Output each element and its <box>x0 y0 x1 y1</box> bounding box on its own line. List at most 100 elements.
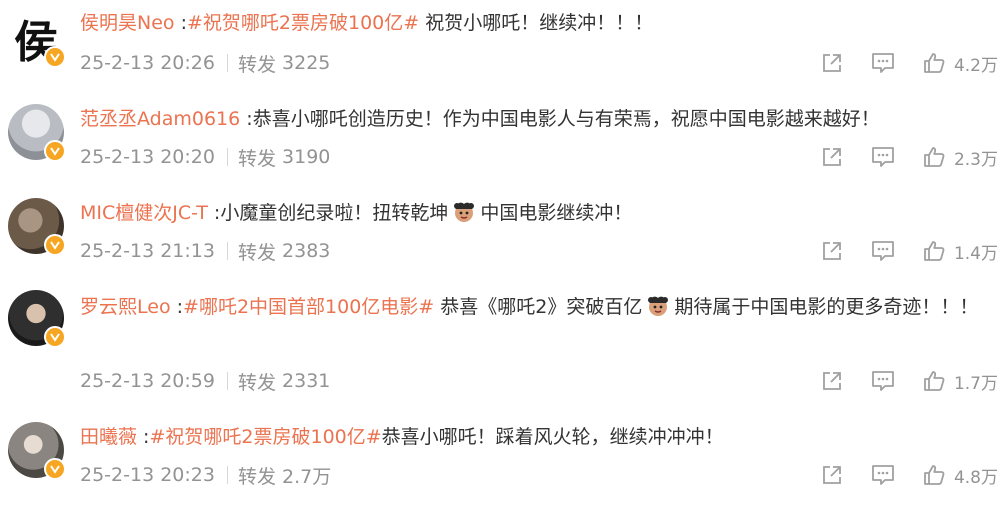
repost-label: 转发 <box>237 465 276 488</box>
comment-icon <box>872 371 894 391</box>
verified-badge-icon <box>44 326 66 348</box>
comment-body: 范丞丞Adam0616 :恭喜小哪吒创造历史！作为中国电影人与有荣焉，祝愿中国电… <box>80 102 992 136</box>
action-bar: 4.8万 <box>794 460 998 490</box>
comment-meta: 25-2-13 21:13 转发 2383 1.4万 <box>80 236 998 266</box>
like-count: 2.3万 <box>953 149 998 170</box>
action-bar: 4.2万 <box>794 48 998 78</box>
comment-button[interactable] <box>870 51 896 75</box>
separator: : <box>170 296 184 318</box>
timestamp: 25-2-13 20:26 <box>80 52 215 74</box>
verified-badge-icon <box>44 46 66 68</box>
comment-meta: 25-2-13 20:23 转发 2.7万 4.8万 <box>80 460 998 490</box>
topic-link[interactable]: #哪吒2中国首部100亿电影# <box>183 296 434 318</box>
verified-badge-icon <box>44 458 66 480</box>
like-icon <box>924 147 945 167</box>
repost-count: 2383 <box>282 240 331 262</box>
divider <box>226 242 228 260</box>
separator: : <box>174 12 187 34</box>
like-count: 1.4万 <box>953 243 998 264</box>
like-button[interactable]: 4.2万 <box>922 51 998 76</box>
username-link[interactable]: MIC檀健次JC-T <box>80 202 208 224</box>
nezha-emoji-icon <box>648 296 669 316</box>
like-count: 4.8万 <box>953 467 998 488</box>
like-icon <box>924 371 945 391</box>
username-link[interactable]: 侯明昊Neo <box>80 12 175 34</box>
share-icon <box>823 54 841 72</box>
repost-label: 转发 <box>237 147 276 170</box>
username-link[interactable]: 范丞丞Adam0616 <box>80 108 240 130</box>
comment-feed: 侯 侯明昊Neo :#祝贺哪吒2票房破100亿# 祝贺小哪吒！继续冲！！！ 25… <box>0 0 1006 510</box>
comment-body: 罗云熙Leo :#哪吒2中国首部100亿电影# 恭喜《哪吒2》突破百亿 期待属于中… <box>80 290 988 324</box>
divider <box>226 466 228 484</box>
avatar[interactable] <box>8 290 66 348</box>
verified-badge-icon <box>44 140 66 162</box>
topic-link[interactable]: #祝贺哪吒2票房破100亿# <box>187 12 419 34</box>
separator: : <box>240 108 253 130</box>
comment-icon <box>872 465 894 485</box>
like-button[interactable]: 4.8万 <box>922 463 998 488</box>
comment-body: MIC檀健次JC-T :小魔童创纪录啦！扭转乾坤 中国电影继续冲！ <box>80 196 992 230</box>
avatar[interactable] <box>8 104 66 162</box>
share-button[interactable] <box>820 463 844 487</box>
share-icon <box>823 242 841 260</box>
comment-body: 田曦薇 :#祝贺哪吒2票房破100亿#恭喜小哪吒！踩着风火轮，继续冲冲冲！ <box>80 420 992 454</box>
share-button[interactable] <box>820 51 844 75</box>
avatar[interactable] <box>8 422 66 480</box>
separator: : <box>137 426 150 448</box>
like-count: 4.2万 <box>953 55 998 76</box>
timestamp: 25-2-13 20:20 <box>80 146 215 168</box>
comment-text: 小魔童创纪录啦！扭转乾坤 <box>220 202 449 224</box>
comment-text-after: 中国电影继续冲！ <box>480 202 633 224</box>
comment-button[interactable] <box>870 239 896 263</box>
username-link[interactable]: 田曦薇 <box>80 426 137 448</box>
comment-icon <box>872 53 894 73</box>
action-bar: 1.4万 <box>794 236 998 266</box>
like-button[interactable]: 1.7万 <box>922 369 998 394</box>
comment-text: 恭喜小哪吒创造历史！作为中国电影人与有荣焉，祝愿中国电影越来越好！ <box>252 108 880 130</box>
repost-label: 转发 <box>237 53 276 76</box>
like-count: 1.7万 <box>953 373 998 394</box>
username-link[interactable]: 罗云熙Leo <box>80 296 171 318</box>
repost-count: 2331 <box>282 370 331 392</box>
share-icon <box>823 372 841 390</box>
share-button[interactable] <box>820 239 844 263</box>
like-button[interactable]: 1.4万 <box>922 239 998 264</box>
comment-meta: 25-2-13 20:26 转发 3225 4.2万 <box>80 48 998 78</box>
share-button[interactable] <box>820 145 844 169</box>
comment-icon <box>872 147 894 167</box>
repost-count: 2.7万 <box>282 465 332 488</box>
repost-label: 转发 <box>237 371 276 394</box>
comment-meta: 25-2-13 20:20 转发 3190 2.3万 <box>80 142 998 172</box>
like-icon <box>924 241 945 261</box>
timestamp: 25-2-13 20:59 <box>80 370 215 392</box>
divider <box>226 148 228 166</box>
avatar[interactable] <box>8 198 66 256</box>
comment-button[interactable] <box>870 145 896 169</box>
repost-count: 3225 <box>282 52 331 74</box>
comment-icon <box>872 241 894 261</box>
repost-count: 3190 <box>282 146 331 168</box>
comment-button[interactable] <box>870 369 896 393</box>
timestamp: 25-2-13 20:23 <box>80 464 215 486</box>
divider <box>226 372 228 390</box>
share-icon <box>823 466 841 484</box>
action-bar: 1.7万 <box>794 366 998 396</box>
comment-text: 恭喜小哪吒！踩着风火轮，继续冲冲冲！ <box>381 426 724 448</box>
like-button[interactable]: 2.3万 <box>922 145 998 170</box>
avatar[interactable]: 侯 <box>8 10 66 68</box>
topic-link[interactable]: #祝贺哪吒2票房破100亿# <box>149 426 381 448</box>
like-icon <box>924 465 945 485</box>
share-button[interactable] <box>820 369 844 393</box>
comment-text: 祝贺小哪吒！继续冲！！！ <box>419 12 654 34</box>
comment-body: 侯明昊Neo :#祝贺哪吒2票房破100亿# 祝贺小哪吒！继续冲！！！ <box>80 6 992 40</box>
separator: : <box>207 202 221 224</box>
share-icon <box>823 148 841 166</box>
comment-button[interactable] <box>870 463 896 487</box>
comment-meta: 25-2-13 20:59 转发 2331 1.7万 <box>80 366 998 396</box>
verified-badge-icon <box>44 234 66 256</box>
like-icon <box>924 53 945 73</box>
action-bar: 2.3万 <box>794 142 998 172</box>
repost-label: 转发 <box>237 241 276 264</box>
comment-text: 恭喜《哪吒2》突破百亿 <box>434 296 643 318</box>
timestamp: 25-2-13 21:13 <box>80 240 215 262</box>
